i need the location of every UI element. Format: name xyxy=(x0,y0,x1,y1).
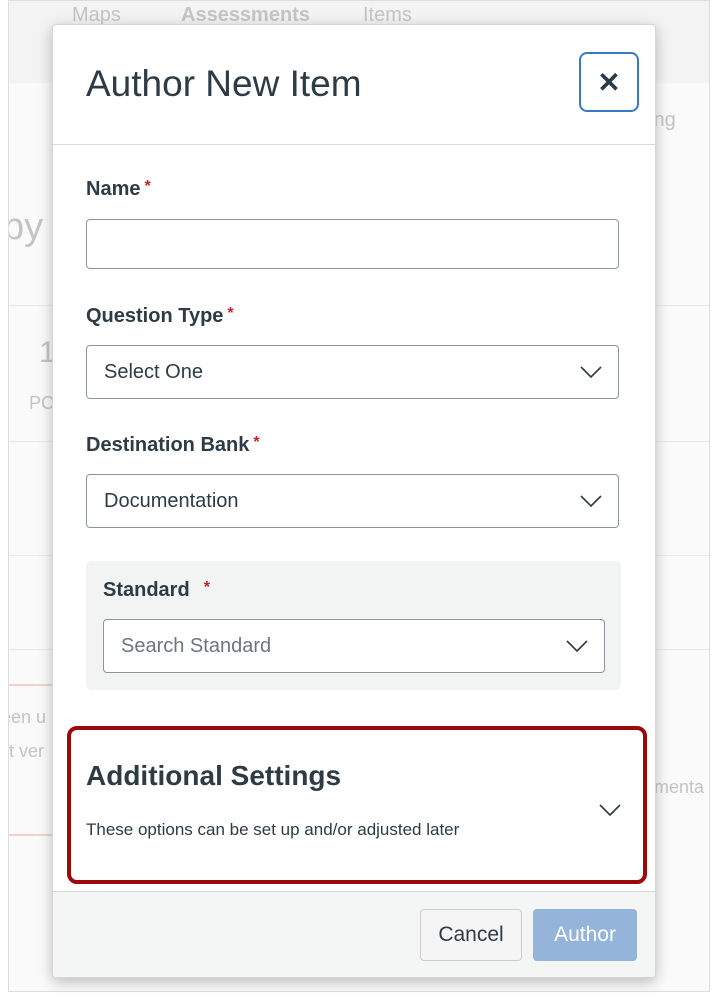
question-type-label-text: Question Type xyxy=(86,305,223,327)
standard-label: Standard * xyxy=(103,579,210,602)
standard-label-text: Standard xyxy=(103,579,190,601)
chevron-down-icon xyxy=(580,495,602,507)
standard-placeholder: Search Standard xyxy=(121,635,271,658)
dialog-header: Author New Item ✕ xyxy=(53,25,655,145)
additional-settings-subtitle: These options can be set up and/or adjus… xyxy=(86,820,459,840)
chevron-down-icon xyxy=(580,366,602,378)
required-mark: * xyxy=(253,434,259,451)
bg-fragment: t ver xyxy=(9,741,44,762)
author-button[interactable]: Author xyxy=(533,909,637,961)
name-input[interactable] xyxy=(86,219,619,269)
chevron-down-icon xyxy=(599,804,621,816)
bg-fragment: menta xyxy=(654,777,704,798)
dialog-footer: Cancel Author xyxy=(53,891,655,978)
destination-bank-label: Destination Bank* xyxy=(86,434,260,457)
question-type-label: Question Type* xyxy=(86,305,234,328)
required-mark: * xyxy=(227,305,233,322)
author-new-item-dialog: Author New Item ✕ Name* Question Type* S… xyxy=(52,24,656,978)
question-type-select[interactable]: Select One xyxy=(86,345,619,399)
bg-fragment: PC xyxy=(29,393,54,414)
additional-settings-toggle[interactable]: Additional Settings These options can be… xyxy=(67,726,647,884)
destination-bank-label-text: Destination Bank xyxy=(86,434,249,456)
name-label: Name* xyxy=(86,178,151,201)
bg-fragment: by xyxy=(8,206,43,249)
name-label-text: Name xyxy=(86,178,140,200)
standard-search-select[interactable]: Search Standard xyxy=(103,619,605,673)
destination-bank-select[interactable]: Documentation xyxy=(86,474,619,528)
standard-section: Standard * Search Standard xyxy=(86,561,621,690)
cancel-button[interactable]: Cancel xyxy=(420,909,522,961)
required-mark: * xyxy=(204,579,210,596)
required-mark: * xyxy=(144,178,150,195)
close-icon: ✕ xyxy=(597,66,620,99)
question-type-value: Select One xyxy=(104,361,203,384)
additional-settings-title: Additional Settings xyxy=(86,760,341,792)
chevron-down-icon xyxy=(566,640,588,652)
bg-fragment: een u xyxy=(8,707,46,728)
dialog-title: Author New Item xyxy=(86,63,362,105)
destination-bank-value: Documentation xyxy=(104,490,239,513)
close-button[interactable]: ✕ xyxy=(579,52,639,112)
